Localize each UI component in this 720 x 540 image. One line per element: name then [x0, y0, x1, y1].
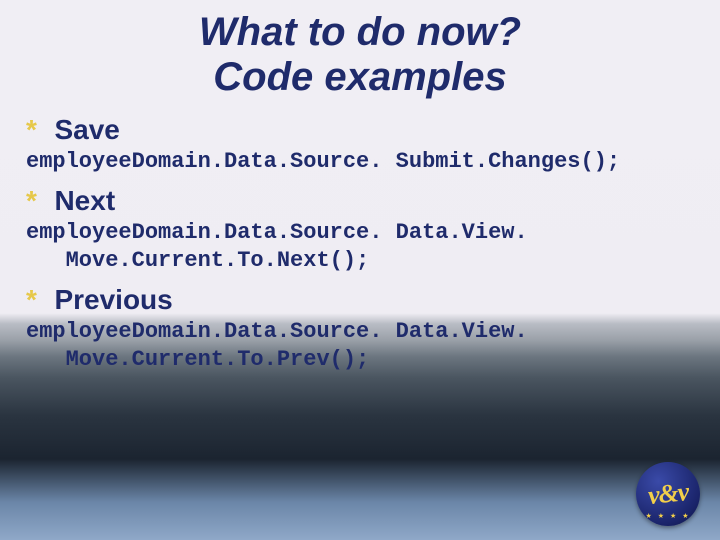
heading-save: Save — [54, 114, 119, 145]
heading-next: Next — [54, 185, 115, 216]
code-previous: employeeDomain.Data.Source. Data.View. M… — [26, 318, 700, 373]
slide-title: What to do now? Code examples — [0, 0, 720, 114]
title-line-1: What to do now? — [199, 10, 521, 54]
bullet-star-icon: * — [26, 187, 50, 215]
logo-text: v&v — [646, 477, 689, 511]
bullet-next: * Next — [26, 185, 700, 217]
logo-stars-icon: ★ ★ ★ ★ — [636, 512, 700, 520]
bullet-previous: * Previous — [26, 284, 700, 316]
code-next: employeeDomain.Data.Source. Data.View. M… — [26, 219, 700, 274]
bullet-star-icon: * — [26, 116, 50, 144]
bullet-save: * Save — [26, 114, 700, 146]
vv-logo: v&v ★ ★ ★ ★ — [636, 462, 700, 526]
title-line-2: Code examples — [213, 55, 506, 99]
heading-previous: Previous — [54, 284, 172, 315]
code-save: employeeDomain.Data.Source. Submit.Chang… — [26, 148, 700, 176]
bullet-star-icon: * — [26, 286, 50, 314]
slide-content: * Save employeeDomain.Data.Source. Submi… — [0, 114, 720, 374]
